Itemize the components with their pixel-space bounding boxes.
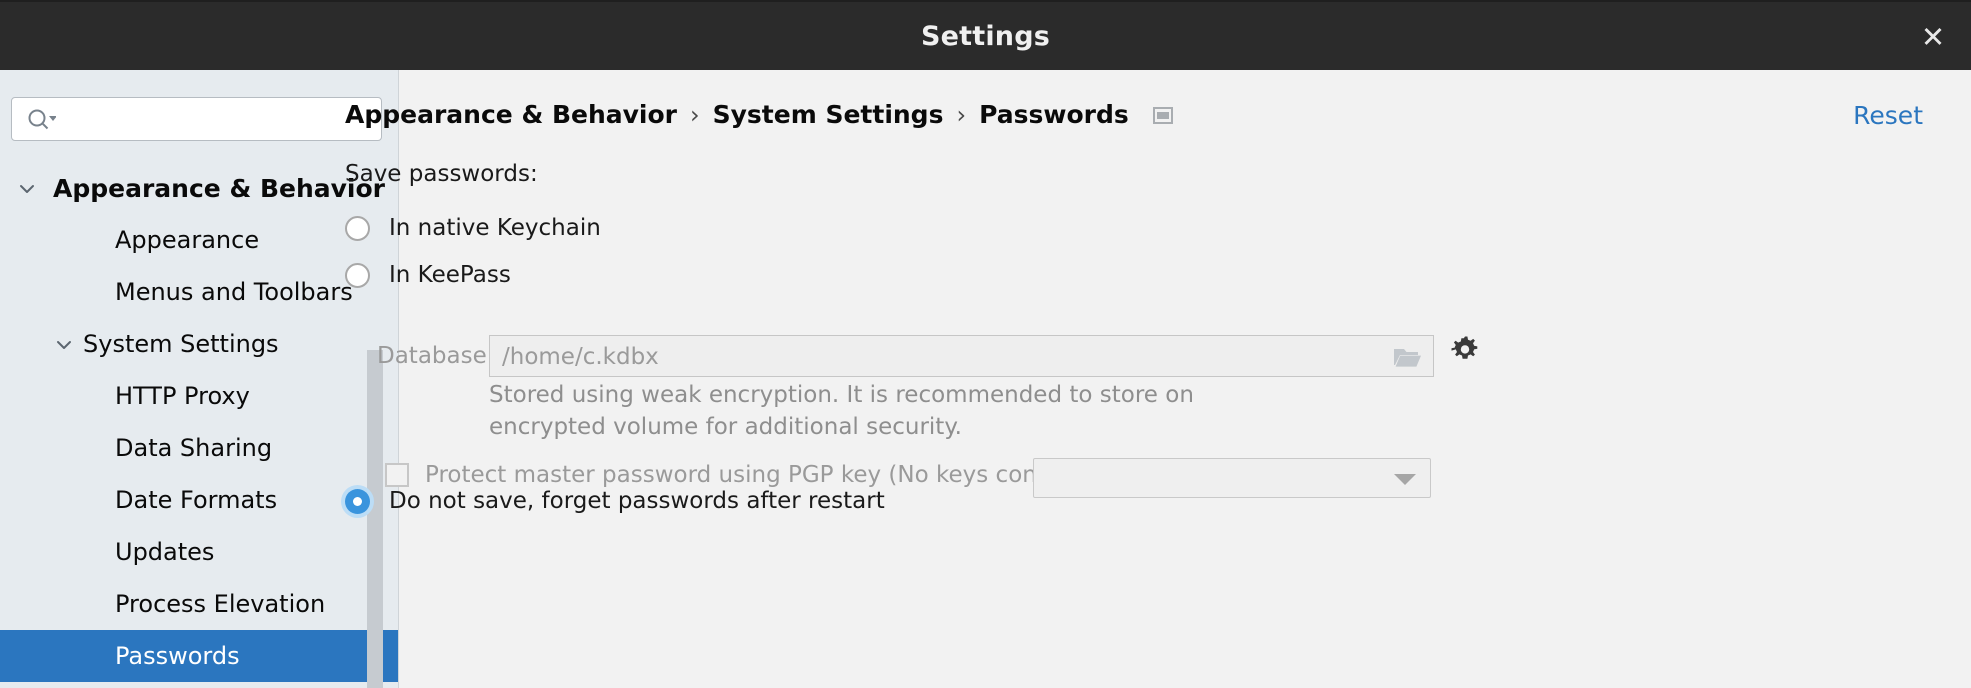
sidebar-item-label: Passwords: [115, 642, 240, 670]
breadcrumb-item-1[interactable]: System Settings: [713, 100, 944, 129]
radio-label-do-not-save: Do not save, forget passwords after rest…: [389, 488, 885, 514]
sidebar-item-process-elevation[interactable]: Process Elevation: [0, 578, 399, 630]
pgp-checkbox-row[interactable]: Protect master password using PGP key (N…: [385, 462, 1127, 488]
window-title: Settings: [920, 21, 1051, 52]
settings-window: Settings ✕ Appearance & Behavior Appearan…: [0, 0, 1971, 688]
sidebar-item-label: Appearance & Behavior: [53, 173, 385, 203]
panel-window-icon[interactable]: [1152, 107, 1173, 124]
breadcrumb-item-0[interactable]: Appearance & Behavior: [345, 100, 677, 129]
sidebar-item-label: Process Elevation: [115, 590, 326, 618]
sidebar-item-menus-and-toolbars[interactable]: Menus and Toolbars: [0, 266, 399, 318]
search-box[interactable]: [11, 97, 382, 141]
radio-label-keepass: In KeePass: [389, 262, 511, 288]
sidebar-item-system-settings[interactable]: System Settings: [0, 318, 399, 370]
database-value: /home/c.kdbx: [502, 344, 659, 370]
radio-row-do-not-save[interactable]: Do not save, forget passwords after rest…: [345, 488, 885, 514]
breadcrumb-separator: ›: [956, 100, 967, 129]
sidebar-item-label: HTTP Proxy: [115, 382, 250, 410]
radio-icon-keepass[interactable]: [345, 262, 370, 288]
sidebar-scrollbar-thumb[interactable]: [367, 350, 383, 688]
chevron-down-icon[interactable]: [17, 179, 37, 199]
gear-icon[interactable]: [1451, 336, 1479, 364]
pgp-checkbox-label: Protect master password using PGP key (N…: [425, 462, 1128, 488]
search-icon: [26, 108, 57, 132]
sidebar-item-label: Date Formats: [115, 486, 278, 514]
sidebar-item-label: Updates: [115, 538, 215, 566]
chevron-down-icon[interactable]: [54, 335, 74, 355]
sidebar-item-updates[interactable]: Updates: [0, 526, 399, 578]
radio-row-keepass[interactable]: In KeePass: [345, 262, 511, 288]
sidebar-item-appearance[interactable]: Appearance: [0, 214, 399, 266]
main-panel: Appearance & Behavior › System Settings …: [345, 70, 1971, 688]
database-field[interactable]: /home/c.kdbx: [489, 335, 1434, 377]
folder-browse-icon[interactable]: [1393, 346, 1422, 368]
pgp-key-select[interactable]: [1033, 458, 1431, 498]
breadcrumb-separator: ›: [690, 100, 700, 129]
checkbox-icon-pgp[interactable]: [385, 463, 409, 487]
database-label: Database:: [377, 343, 495, 369]
sidebar-item-appearance-behavior[interactable]: Appearance & Behavior: [0, 162, 399, 214]
sidebar-item-label: System Settings: [83, 330, 279, 358]
weak-encryption-warning: Stored using weak encryption. It is reco…: [489, 382, 1194, 440]
search-input[interactable]: [64, 99, 376, 139]
radio-icon-do-not-save[interactable]: [345, 488, 370, 514]
sidebar: Appearance & Behavior Appearance Menus and…: [0, 70, 399, 688]
radio-label-native-keychain: In native Keychain: [389, 215, 601, 241]
reset-link[interactable]: Reset: [1853, 101, 1923, 130]
breadcrumb: Appearance & Behavior › System Settings …: [345, 100, 1173, 129]
save-passwords-label: Save passwords:: [345, 161, 538, 187]
sidebar-item-label: Appearance: [115, 226, 260, 254]
settings-tree: Appearance & Behavior Appearance Menus and…: [0, 162, 399, 682]
title-bar: Settings ✕: [0, 0, 1971, 70]
sidebar-item-data-sharing[interactable]: Data Sharing: [0, 422, 399, 474]
radio-row-native-keychain[interactable]: In native Keychain: [345, 215, 601, 241]
radio-icon-native-keychain[interactable]: [345, 215, 370, 241]
sidebar-item-http-proxy[interactable]: HTTP Proxy: [0, 370, 399, 422]
chevron-down-icon: [1394, 474, 1416, 485]
breadcrumb-item-2[interactable]: Passwords: [979, 100, 1129, 129]
sidebar-item-date-formats[interactable]: Date Formats: [0, 474, 399, 526]
close-icon[interactable]: ✕: [1911, 16, 1955, 58]
sidebar-item-passwords[interactable]: Passwords: [0, 630, 399, 682]
sidebar-item-label: Data Sharing: [115, 434, 273, 462]
sidebar-item-label: Menus and Toolbars: [115, 278, 353, 306]
